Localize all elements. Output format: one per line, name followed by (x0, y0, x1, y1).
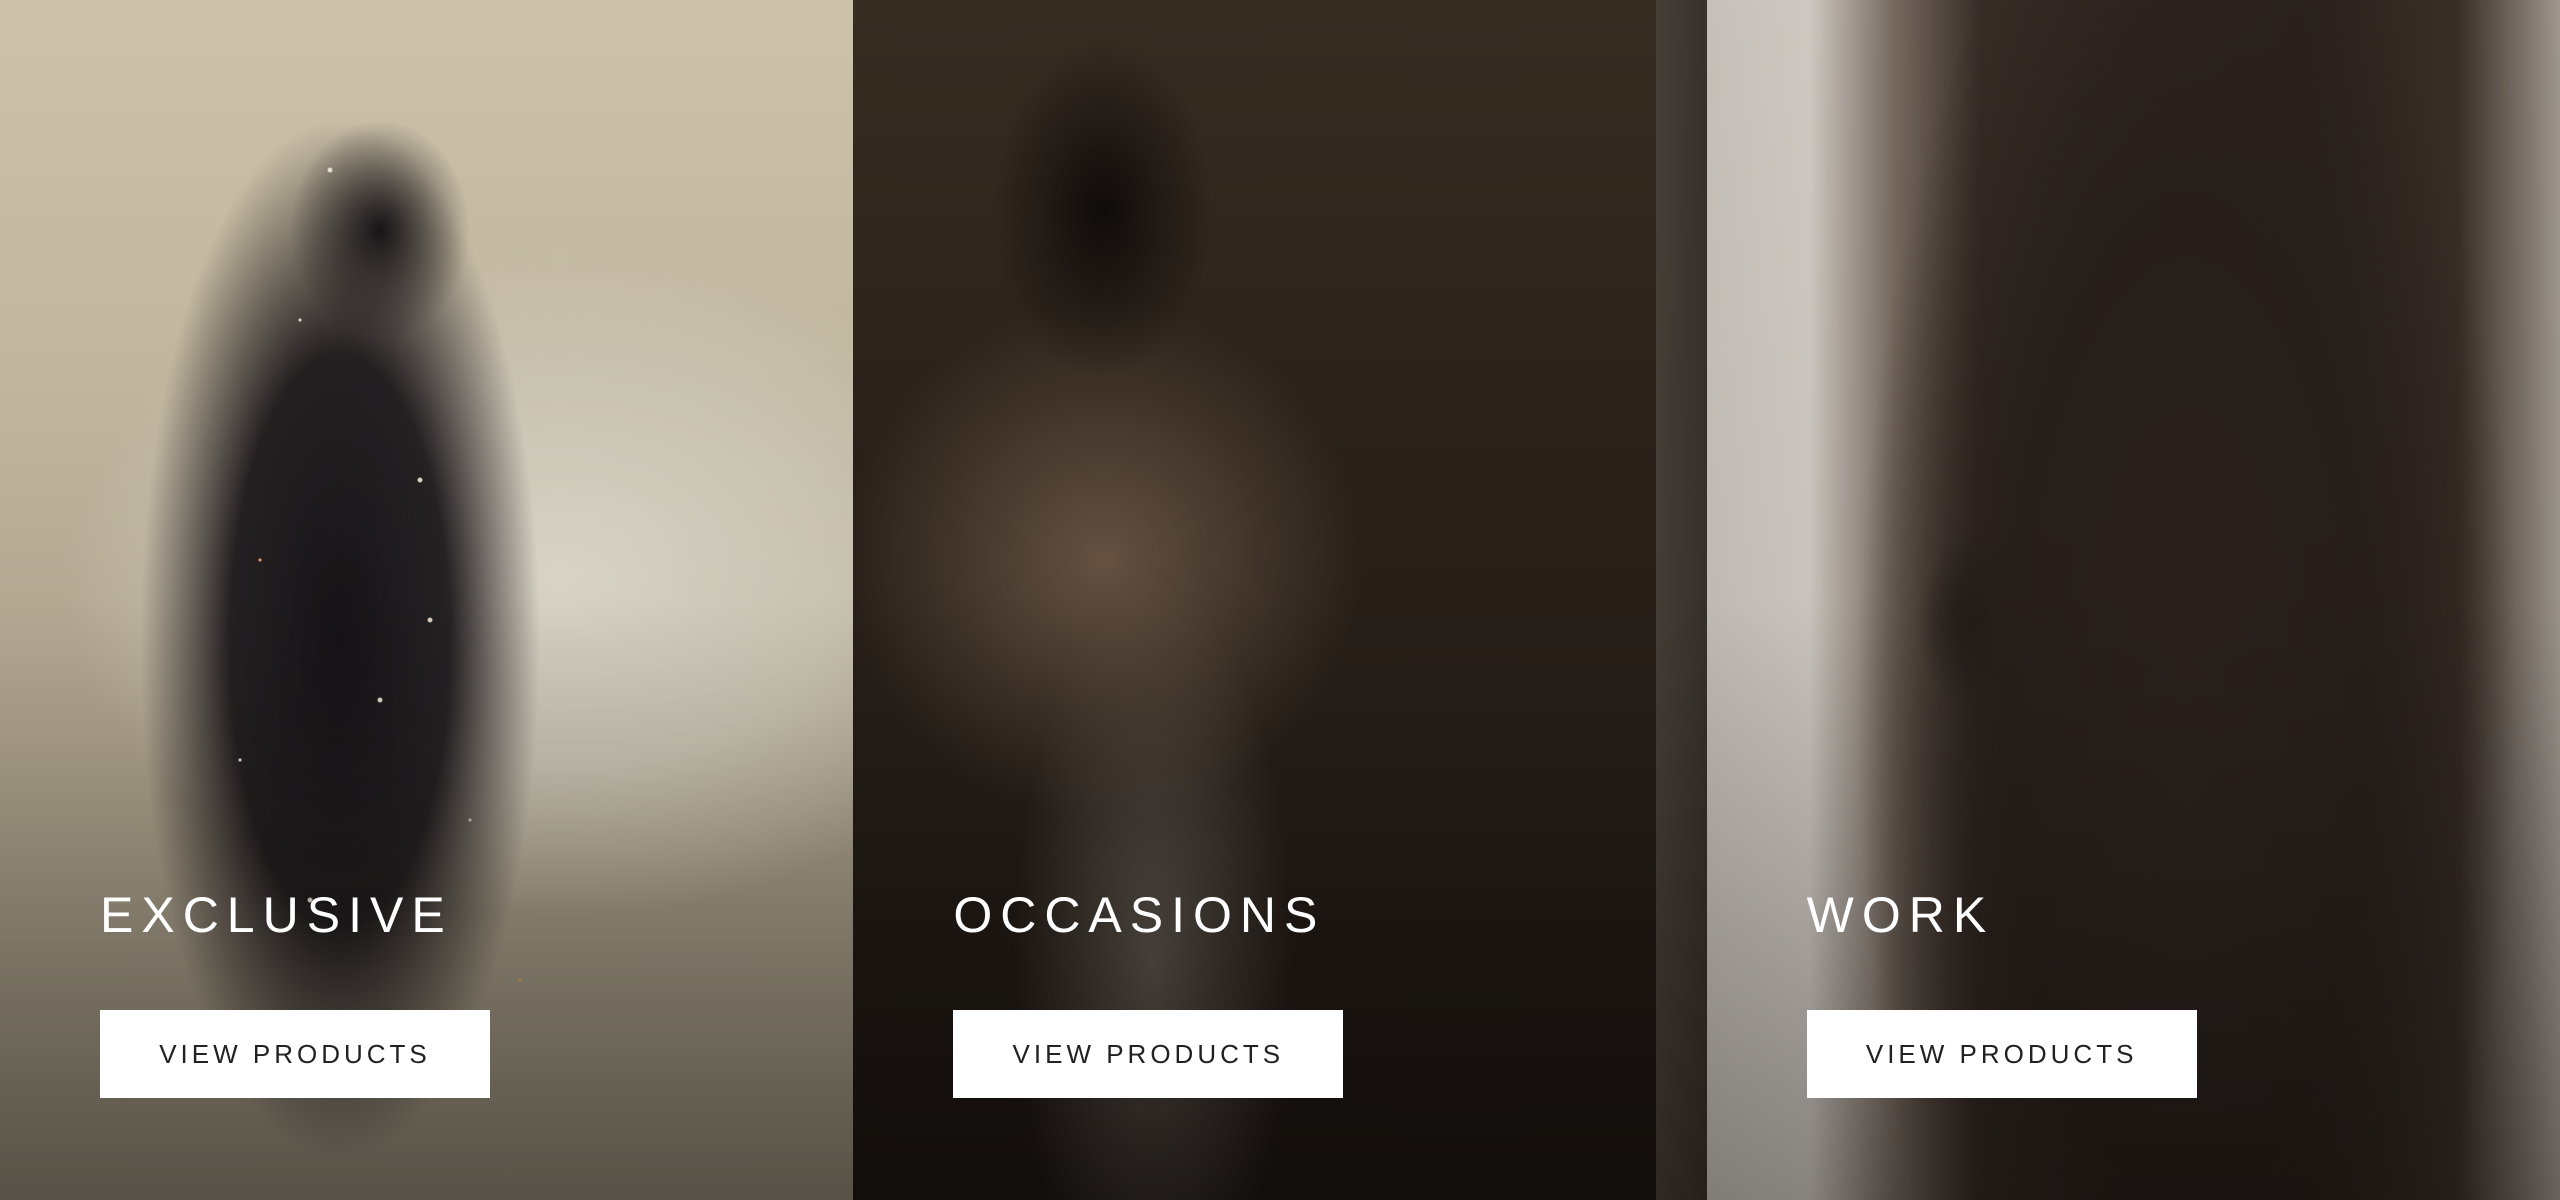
collection-panel-occasions[interactable]: OCCASIONS VIEW PRODUCTS (853, 0, 1707, 1200)
collection-title: EXCLUSIVE (100, 887, 453, 943)
view-products-button[interactable]: VIEW PRODUCTS (100, 1010, 490, 1098)
view-products-button[interactable]: VIEW PRODUCTS (1806, 1010, 2197, 1098)
view-products-button[interactable]: VIEW PRODUCTS (953, 1010, 1344, 1098)
collection-title: OCCASIONS (953, 887, 1326, 943)
collection-content: EXCLUSIVE VIEW PRODUCTS (100, 886, 490, 1098)
collection-panel-work[interactable]: WORK VIEW PRODUCTS (1706, 0, 2560, 1200)
collection-panel-exclusive[interactable]: EXCLUSIVE VIEW PRODUCTS (0, 0, 854, 1200)
collection-grid: EXCLUSIVE VIEW PRODUCTS OCCASIONS VIEW P… (0, 0, 2560, 1200)
collection-title: WORK (1806, 887, 1995, 943)
collection-content: WORK VIEW PRODUCTS (1806, 886, 2197, 1098)
collection-content: OCCASIONS VIEW PRODUCTS (953, 886, 1344, 1098)
